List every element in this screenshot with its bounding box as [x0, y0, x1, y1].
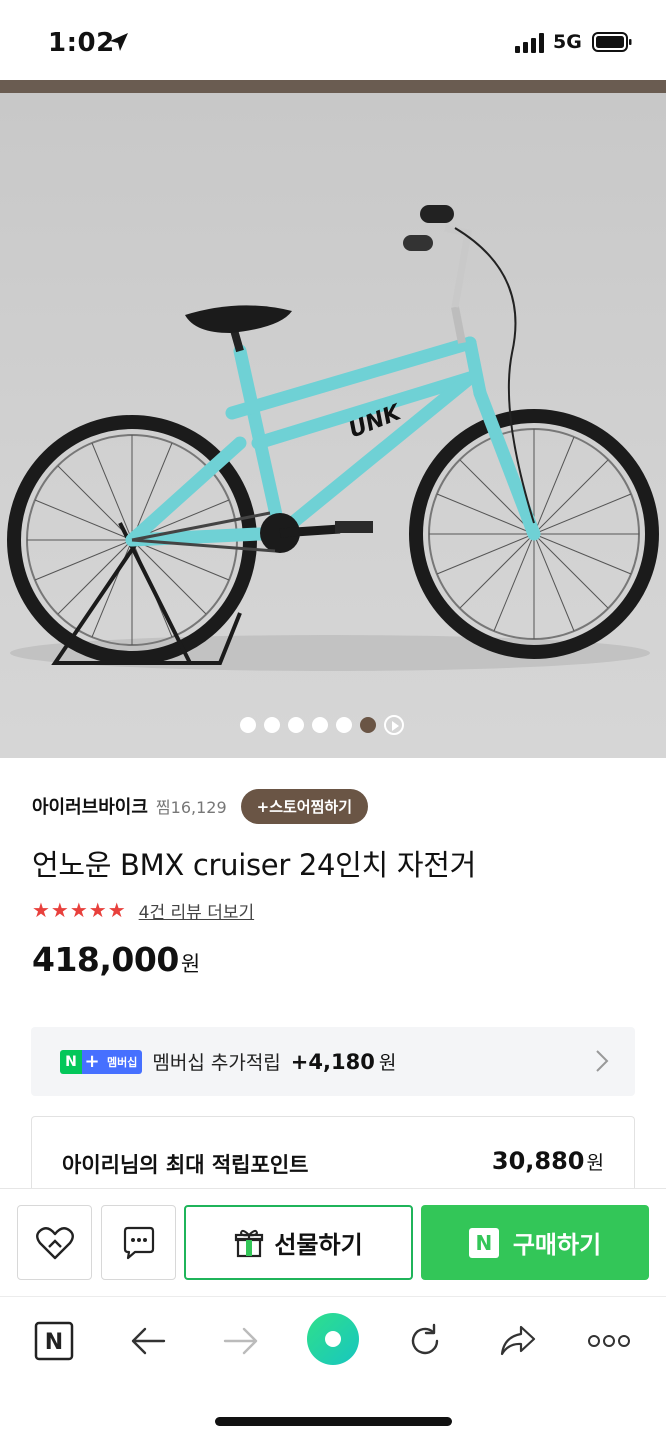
network-label: 5G: [553, 31, 582, 53]
price-value: 418,000: [32, 940, 179, 979]
product-photo-bmx-bike: UNK: [7, 205, 659, 671]
gift-button[interactable]: 선물하기: [184, 1205, 413, 1280]
review-more-link[interactable]: 4건 리뷰 더보기: [139, 898, 254, 923]
naver-pay-n-icon: N: [468, 1227, 499, 1258]
carousel-dot[interactable]: [264, 717, 280, 733]
browser-toolbar: N: [0, 1296, 666, 1440]
green-dot-icon: [307, 1313, 359, 1365]
product-title: 언노운 BMX cruiser 24인치 자전거: [32, 848, 476, 882]
badge-text: 멤버십: [102, 1049, 143, 1074]
purchase-bar: 선물하기 N 구매하기: [0, 1188, 666, 1296]
gift-icon: [235, 1229, 264, 1257]
carousel-dot[interactable]: [312, 717, 328, 733]
membership-points: +4,180: [290, 1049, 375, 1074]
cellular-signal-icon: [515, 33, 544, 53]
share-button[interactable]: [496, 1319, 540, 1363]
gift-label: 선물하기: [274, 1231, 363, 1259]
max-points-label: 아이리님의 최대 적립포인트: [62, 1153, 309, 1177]
rating-row: ★★★★★ 4건 리뷰 더보기: [32, 897, 254, 923]
home-indicator: [215, 1417, 452, 1426]
price-unit: 원: [180, 952, 201, 976]
max-points-value: 30,880 원: [492, 1147, 604, 1175]
status-time: 1:02: [48, 28, 115, 58]
carousel-dot-active[interactable]: [360, 717, 376, 733]
carousel-dot[interactable]: [240, 717, 256, 733]
store-name-link[interactable]: 아이러브바이크: [32, 793, 148, 819]
membership-unit: 원: [378, 1052, 397, 1074]
membership-benefit-banner[interactable]: N + 멤버십 멤버십 추가적립 +4,180 원: [31, 1027, 635, 1096]
badge-n: N: [60, 1049, 82, 1074]
naver-home-button[interactable]: N: [32, 1319, 76, 1363]
buy-button[interactable]: N 구매하기: [421, 1205, 649, 1280]
arrow-left-icon: [131, 1327, 166, 1355]
carousel-indicator: [240, 715, 404, 735]
buy-label: 구매하기: [512, 1231, 602, 1259]
inquiry-talk-button[interactable]: [101, 1205, 176, 1280]
rating-stars: ★★★★★: [32, 898, 127, 922]
forward-button[interactable]: [219, 1319, 263, 1363]
green-dot-button[interactable]: [305, 1311, 361, 1367]
store-info-row: 아이러브바이크 찜16,129 +스토어찜하기: [32, 787, 369, 825]
max-points-box: 아이리님의 최대 적립포인트 30,880 원: [31, 1116, 635, 1196]
product-image-carousel[interactable]: UNK: [0, 93, 666, 758]
location-arrow-icon: [110, 33, 128, 51]
status-bar: 1:02 5G: [0, 0, 666, 80]
store-favorites-count: 찜16,129: [155, 798, 227, 817]
back-button[interactable]: [126, 1319, 170, 1363]
share-arrow-icon: [500, 1325, 536, 1356]
max-points-number: 30,880: [491, 1147, 585, 1175]
refresh-button[interactable]: [403, 1319, 447, 1363]
price-row: 418,000 원: [32, 940, 200, 979]
battery-icon: [592, 32, 632, 52]
heart-icon: [35, 1226, 74, 1259]
chat-bubble-icon: [123, 1226, 154, 1259]
naver-n-icon: N: [34, 1321, 74, 1361]
naver-n-icon-label: N: [45, 1330, 63, 1355]
carousel-video-play-icon[interactable]: [384, 715, 404, 735]
more-dots-icon: [588, 1335, 630, 1347]
more-button[interactable]: [587, 1319, 631, 1363]
badge-plus: +: [82, 1049, 102, 1074]
max-points-unit: 원: [586, 1152, 604, 1174]
naver-plus-membership-badge: N + 멤버십: [60, 1049, 143, 1074]
header-accent-bar: [0, 80, 666, 93]
refresh-icon: [411, 1323, 439, 1355]
wishlist-button[interactable]: [17, 1205, 92, 1280]
arrow-right-icon: [223, 1327, 258, 1355]
carousel-dot[interactable]: [288, 717, 304, 733]
carousel-dot[interactable]: [336, 717, 352, 733]
membership-label: 멤버십 추가적립: [152, 1052, 281, 1074]
chevron-right-icon: [596, 1050, 609, 1072]
store-follow-button[interactable]: +스토어찜하기: [240, 788, 369, 824]
